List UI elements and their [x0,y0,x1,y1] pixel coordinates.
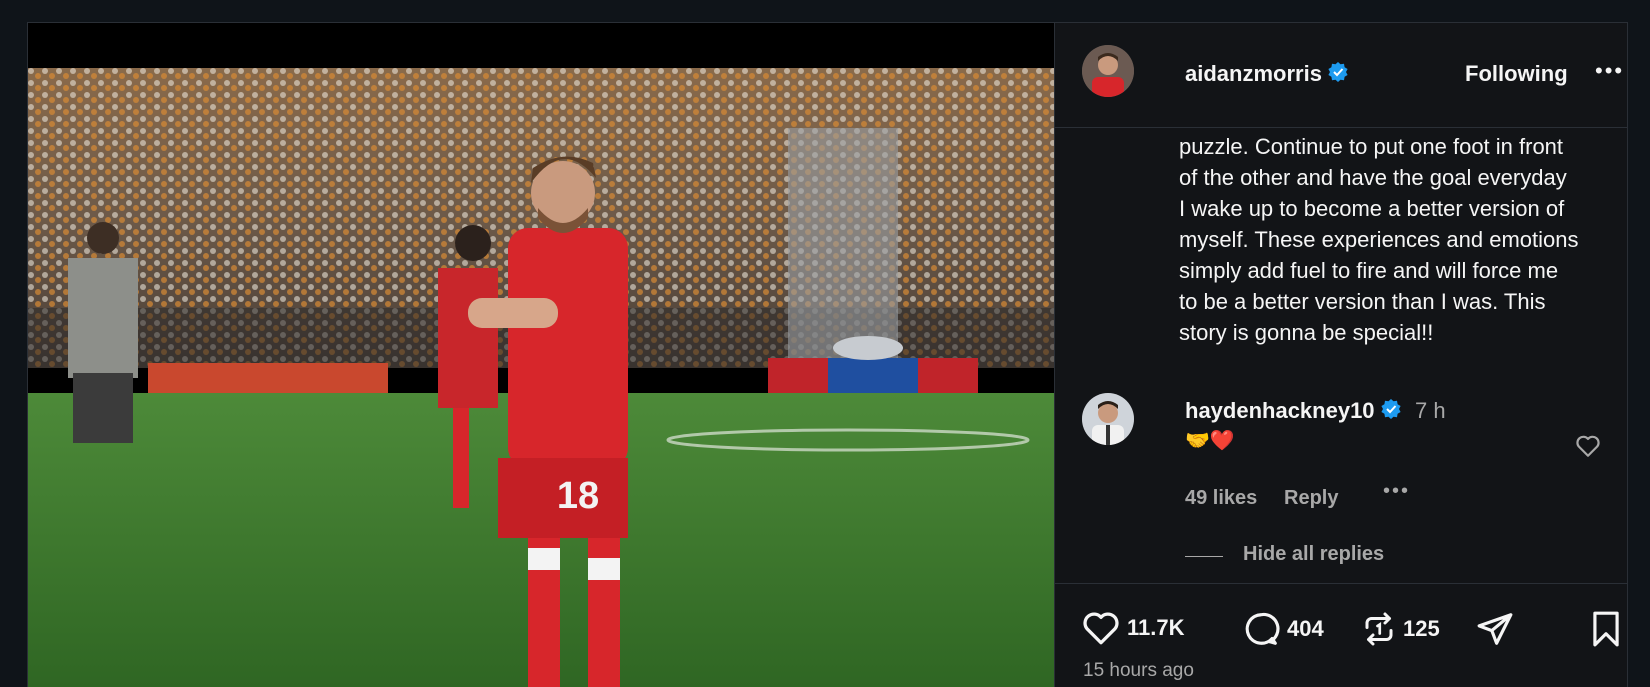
comment-time: 7 h [1415,398,1446,423]
commenter-username-text[interactable]: haydenhackney10 [1185,398,1375,423]
verified-badge-icon [1380,399,1401,425]
verified-badge-icon [1328,62,1348,88]
repost-action[interactable]: 125 [1361,610,1440,648]
comment-likes[interactable]: 49 likes [1185,487,1257,510]
hide-replies-button[interactable]: Hide all replies [1243,543,1384,566]
repost-count: 125 [1403,616,1440,641]
caption-line: puzzle. Continue to put one foot in fron… [1179,134,1564,159]
caption-line: to be a better version than I was. This [1179,289,1546,314]
bookmark-icon [1593,611,1619,647]
caption-line: I wake up to become a better version of [1179,196,1565,221]
post-timestamp: 15 hours ago [1083,660,1194,681]
repost-icon [1365,612,1393,646]
comment-count: 404 [1287,616,1324,641]
comment-reply-button[interactable]: Reply [1284,487,1338,510]
caption-line: simply add fuel to fire and will force m… [1179,258,1559,283]
post-actions: 11.7K 404 125 15 hours ago [1055,583,1627,687]
commenter-username[interactable]: haydenhackney10 [1185,398,1401,425]
comment-text: 🤝❤️ [1185,430,1235,452]
post-photo[interactable]: 18 [28,68,1054,687]
share-action[interactable] [1475,610,1515,648]
save-action[interactable] [1589,610,1623,648]
commenter-avatar[interactable] [1082,393,1134,445]
author-username-text[interactable]: aidanzmorris [1185,61,1322,86]
replies-divider [1185,556,1223,557]
post-modal: 18 aidanzmorris Following ••• puzzle. Co… [27,22,1628,687]
comment-action[interactable]: 404 [1241,610,1324,648]
post-caption: puzzle. Continue to put one foot in fron… [1179,131,1619,348]
comment-item: haydenhackney10 7 h 🤝❤️ 49 likes Reply •… [1055,388,1627,588]
author-avatar[interactable] [1082,45,1134,97]
following-button[interactable]: Following [1465,61,1568,87]
shirt-number: 18 [557,475,599,517]
like-action[interactable]: 11.7K [1081,610,1185,646]
caption-line: myself. These experiences and emotions [1179,227,1579,252]
share-paper-plane-icon [1477,613,1513,645]
author-avatar-icon [1082,45,1134,97]
author-username[interactable]: aidanzmorris [1185,61,1348,88]
commenter-avatar-icon [1082,393,1134,445]
post-options-button[interactable]: ••• [1595,58,1624,84]
post-header: aidanzmorris Following ••• [1055,23,1627,128]
caption-line: of the other and have the goal everyday [1179,165,1567,190]
comment-like-icon[interactable] [1575,434,1601,463]
football-photo-illustration: 18 [28,68,1054,687]
heart-icon [1083,612,1119,645]
post-media: 18 [28,23,1054,687]
comment-bubble-icon [1245,612,1280,645]
caption-line: story is gonna be special!! [1179,320,1434,345]
like-count: 11.7K [1127,615,1185,640]
comment-options-button[interactable]: ••• [1383,480,1410,503]
post-side-panel: aidanzmorris Following ••• puzzle. Conti… [1054,23,1627,687]
